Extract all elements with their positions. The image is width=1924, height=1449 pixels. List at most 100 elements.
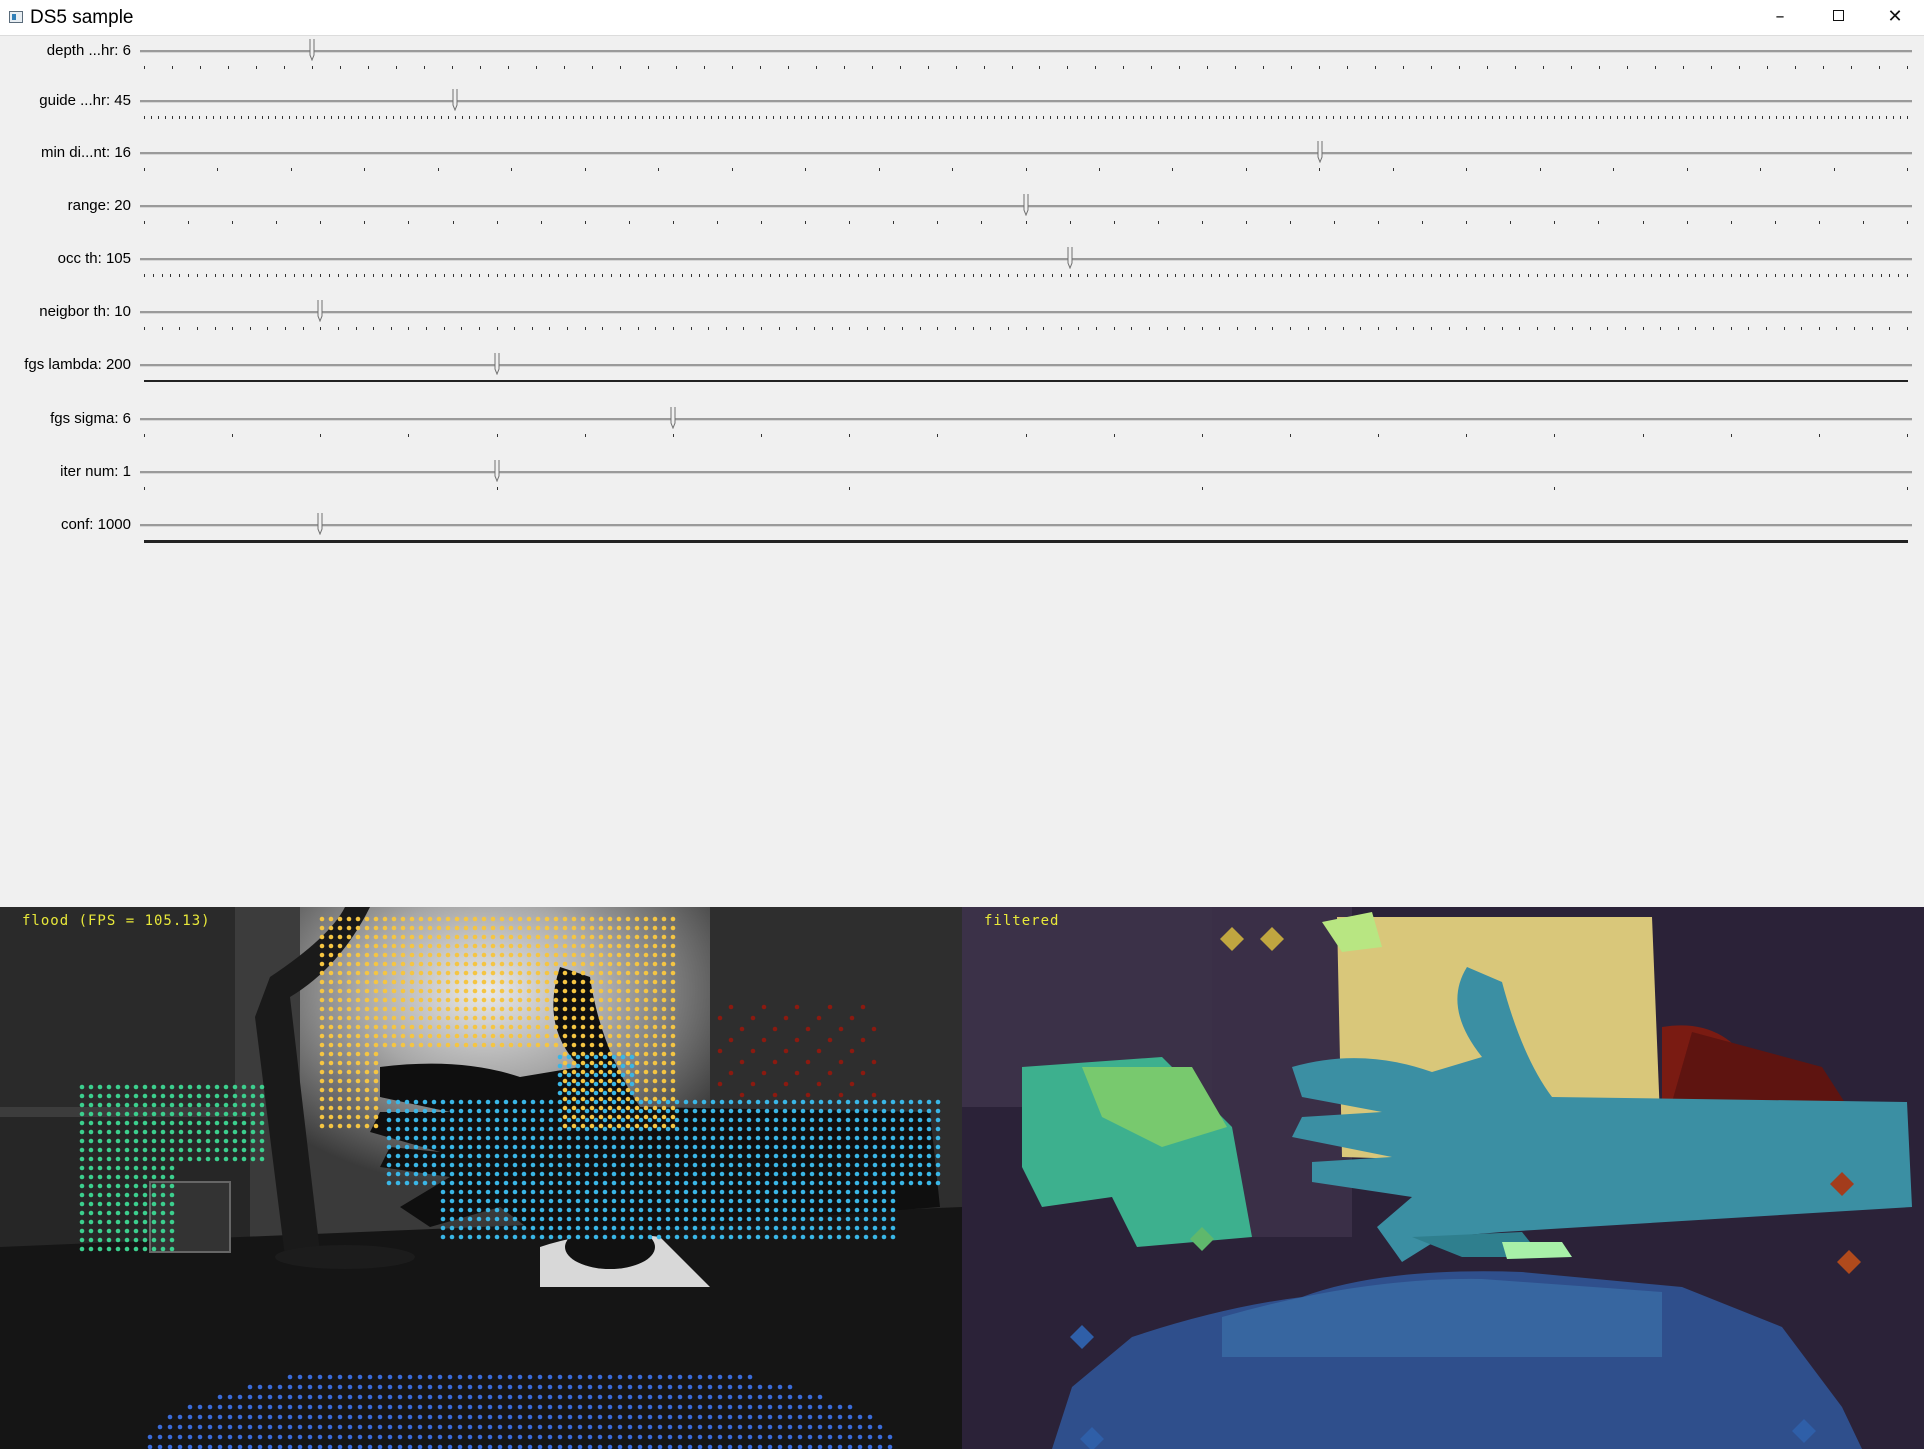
depth-dot	[88, 1183, 94, 1189]
depth-dot	[728, 1037, 734, 1043]
depth-dot	[772, 1026, 778, 1032]
trackbar-label: min di...nt: 16	[40, 144, 131, 161]
trackbar-track[interactable]	[140, 258, 1912, 261]
depth-dot	[328, 1069, 334, 1075]
trackbar-thumb[interactable]	[1317, 141, 1323, 163]
depth-dot	[247, 1394, 253, 1400]
depth-dot	[773, 1234, 779, 1240]
trackbar-thumb[interactable]	[494, 460, 500, 482]
depth-dot	[777, 1394, 783, 1400]
close-button[interactable]: ✕	[1866, 0, 1924, 36]
trackbar-thumb[interactable]	[494, 353, 500, 375]
depth-dot	[728, 1198, 734, 1204]
depth-dot	[422, 1180, 428, 1186]
depth-dot	[782, 1180, 788, 1186]
depth-dot	[553, 934, 559, 940]
depth-dot	[926, 1117, 932, 1123]
depth-dot	[782, 1153, 788, 1159]
maximize-button[interactable]	[1809, 0, 1867, 36]
depth-dot	[717, 1394, 723, 1400]
trackbar-thumb[interactable]	[670, 407, 676, 429]
depth-dot	[597, 1414, 603, 1420]
depth-dot	[710, 1144, 716, 1150]
depth-dot	[818, 1153, 824, 1159]
depth-dot	[571, 1087, 577, 1093]
trackbar-ticks	[144, 487, 1908, 493]
trackbar-thumb[interactable]	[1067, 247, 1073, 269]
trackbar-track[interactable]	[140, 524, 1912, 527]
depth-dot	[476, 1135, 482, 1141]
depth-dot	[620, 1225, 626, 1231]
depth-dot	[457, 1394, 463, 1400]
trackbar-thumb[interactable]	[1023, 194, 1029, 216]
depth-dot	[652, 1114, 658, 1120]
depth-dot	[223, 1093, 229, 1099]
depth-dot	[521, 1189, 527, 1195]
depth-dot	[355, 1015, 361, 1021]
depth-dot	[566, 1162, 572, 1168]
depth-dot	[267, 1414, 273, 1420]
trackbar-thumb[interactable]	[317, 513, 323, 535]
trackbar-track[interactable]	[140, 311, 1912, 314]
depth-dot	[355, 1024, 361, 1030]
depth-dot	[580, 1114, 586, 1120]
depth-dot	[557, 1063, 563, 1069]
depth-dot	[467, 1234, 473, 1240]
trackbar-track[interactable]	[140, 364, 1912, 367]
depth-dot	[908, 1117, 914, 1123]
depth-dot	[346, 916, 352, 922]
depth-dot	[517, 1414, 523, 1420]
depth-dot	[557, 1153, 563, 1159]
depth-dot	[377, 1384, 383, 1390]
trackbar-thumb[interactable]	[317, 300, 323, 322]
depth-dot	[413, 1144, 419, 1150]
depth-dot	[526, 1015, 532, 1021]
trackbar-track[interactable]	[140, 471, 1912, 474]
trackbar-thumb[interactable]	[452, 89, 458, 111]
depth-dot	[481, 952, 487, 958]
trackbar-track[interactable]	[140, 418, 1912, 421]
depth-dot	[407, 1434, 413, 1440]
depth-dot	[431, 1162, 437, 1168]
depth-dot	[589, 1114, 595, 1120]
depth-dot	[247, 1404, 253, 1410]
depth-dot	[674, 1126, 680, 1132]
trackbar-track[interactable]	[140, 152, 1912, 155]
depth-dot	[598, 1096, 604, 1102]
depth-dot	[106, 1129, 112, 1135]
depth-dot	[409, 1033, 415, 1039]
minimize-button[interactable]: –	[1751, 0, 1809, 36]
depth-dot	[661, 1078, 667, 1084]
depth-dot	[755, 1180, 761, 1186]
depth-dot	[97, 1246, 103, 1252]
depth-dot	[677, 1394, 683, 1400]
trackbar-track[interactable]	[140, 100, 1912, 103]
depth-dot	[196, 1111, 202, 1117]
depth-dot	[747, 1394, 753, 1400]
depth-dot	[580, 1069, 586, 1075]
depth-dot	[800, 1225, 806, 1231]
depth-dot	[124, 1129, 130, 1135]
depth-dot	[472, 934, 478, 940]
depth-dot	[124, 1120, 130, 1126]
depth-dot	[544, 916, 550, 922]
depth-dot	[854, 1162, 860, 1168]
depth-dot	[637, 1404, 643, 1410]
depth-dot	[106, 1192, 112, 1198]
trackbar-thumb[interactable]	[309, 39, 315, 61]
depth-dot	[773, 1126, 779, 1132]
depth-dot	[593, 1081, 599, 1087]
depth-dot	[400, 961, 406, 967]
depth-dot	[627, 1414, 633, 1420]
depth-dot	[328, 925, 334, 931]
depth-dot	[674, 1171, 680, 1177]
depth-dot	[867, 1414, 873, 1420]
depth-dot	[566, 1126, 572, 1132]
depth-dot	[508, 943, 514, 949]
depth-dot	[782, 1117, 788, 1123]
depth-dot	[607, 1105, 613, 1111]
trackbar-track[interactable]	[140, 50, 1912, 53]
depth-dot	[860, 1004, 866, 1010]
depth-dot	[418, 952, 424, 958]
depth-dot	[800, 1198, 806, 1204]
